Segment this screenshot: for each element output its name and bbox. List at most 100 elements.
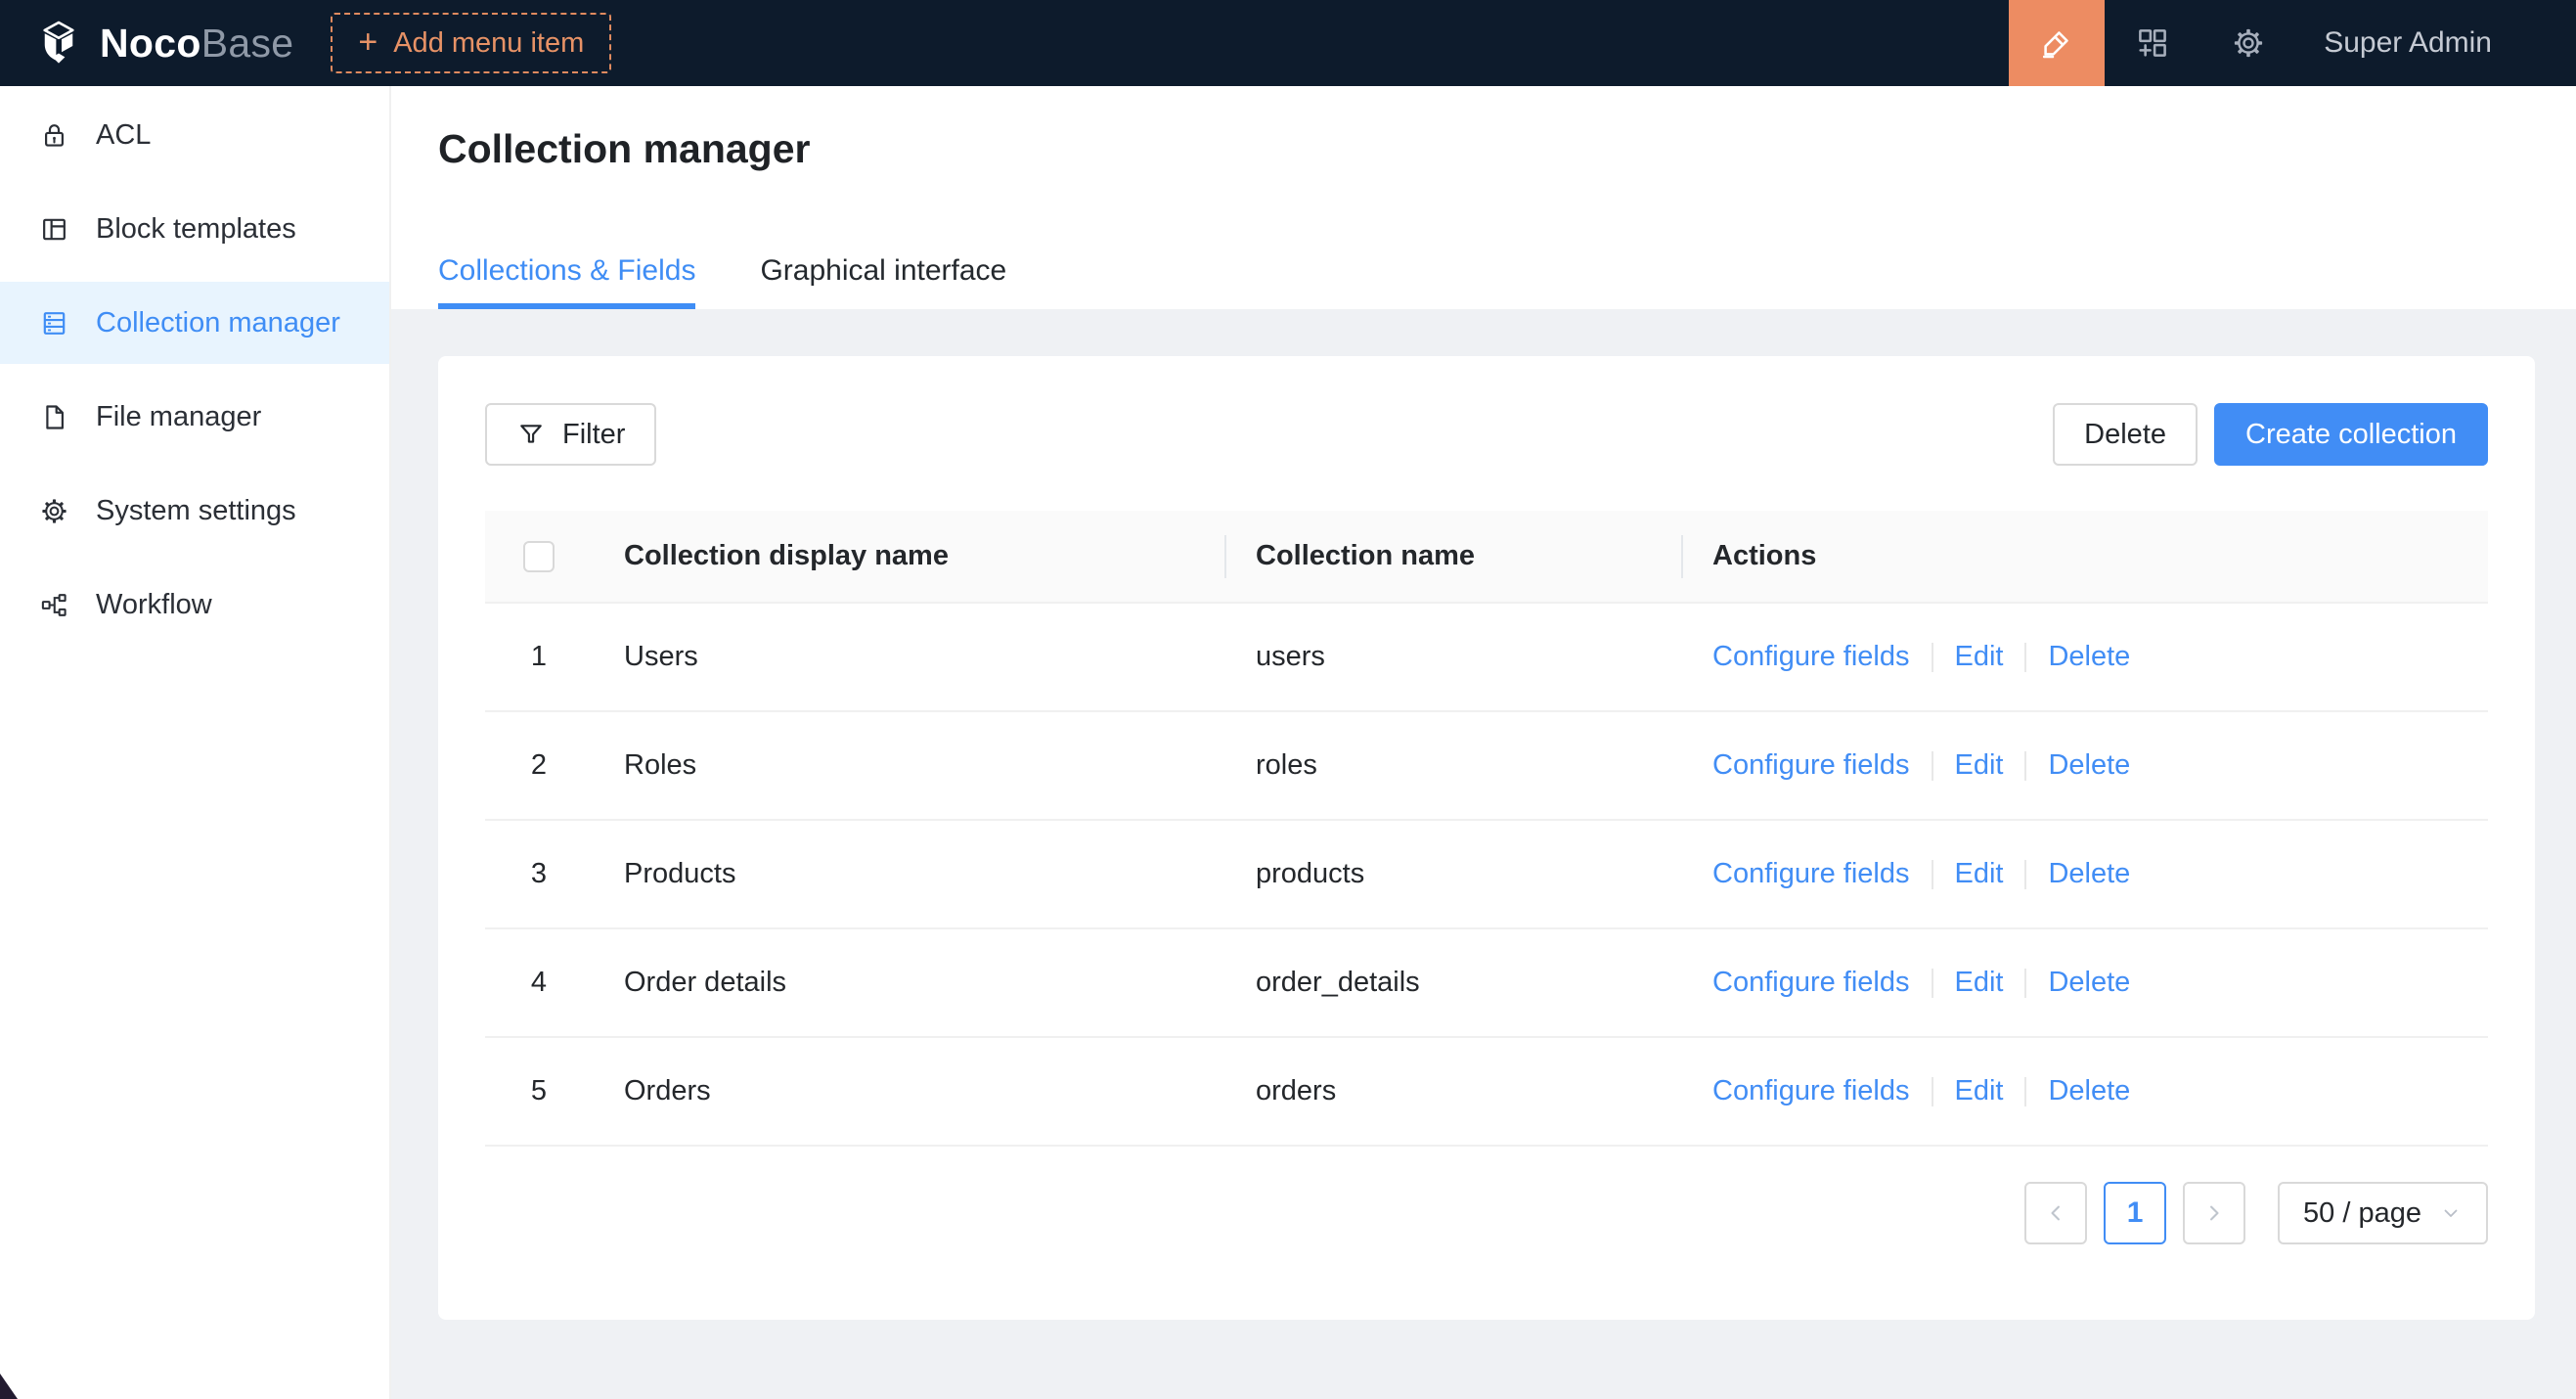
configure-fields-link[interactable]: Configure fields	[1712, 749, 1910, 781]
delete-link[interactable]: Delete	[2048, 641, 2130, 672]
table-row: 2 Roles roles Configure fields Edit Delete	[485, 711, 2488, 820]
nocobase-logo: NocoBase	[35, 20, 293, 67]
row-index: 2	[485, 711, 593, 820]
layout-icon	[39, 214, 69, 245]
delete-link[interactable]: Delete	[2048, 1075, 2130, 1106]
toolbar-right-group: Delete Create collection	[2053, 403, 2488, 466]
edit-link[interactable]: Edit	[1955, 858, 2004, 889]
sidebar-item-label: Collection manager	[96, 307, 340, 339]
cell-collection-name: order_details	[1224, 928, 1681, 1037]
tab-graphical-interface[interactable]: Graphical interface	[760, 254, 1006, 309]
gear-icon	[39, 496, 69, 526]
column-header-actions: Actions	[1681, 511, 2488, 603]
cell-actions: Configure fields Edit Delete	[1681, 711, 2488, 820]
filter-button-label: Filter	[562, 419, 625, 451]
action-divider	[2024, 1077, 2026, 1106]
configure-fields-link[interactable]: Configure fields	[1712, 1075, 1910, 1106]
row-index: 3	[485, 820, 593, 928]
delete-link[interactable]: Delete	[2048, 749, 2130, 781]
action-divider	[1932, 751, 1933, 781]
page-body: Filter Delete Create collection Coll	[391, 309, 2576, 1399]
select-all-checkbox[interactable]	[523, 541, 555, 572]
action-divider	[2024, 751, 2026, 781]
configure-fields-link[interactable]: Configure fields	[1712, 641, 1910, 672]
appstore-add-icon	[2135, 25, 2170, 61]
add-menu-item-label: Add menu item	[393, 27, 584, 60]
cell-actions: Configure fields Edit Delete	[1681, 820, 2488, 928]
column-header-display-name: Collection display name	[593, 511, 1224, 603]
cell-display-name: Orders	[593, 1037, 1224, 1146]
delete-button[interactable]: Delete	[2053, 403, 2198, 466]
plugin-manager-button[interactable]	[2105, 0, 2200, 86]
sidebar-item-label: Block templates	[96, 213, 296, 246]
action-divider	[2024, 643, 2026, 672]
highlighter-icon	[2039, 25, 2074, 61]
logo-text-light: Base	[201, 21, 294, 66]
sidebar-item-label: ACL	[96, 119, 151, 152]
plus-icon: +	[358, 25, 378, 59]
table-row: 1 Users users Configure fieldsEditDelete	[485, 603, 2488, 711]
sidebar-item-block-templates[interactable]: Block templates	[0, 188, 389, 270]
cell-display-name: Users	[593, 603, 1224, 711]
edit-link[interactable]: Edit	[1955, 749, 2004, 781]
sidebar-item-label: System settings	[96, 495, 296, 527]
filter-button[interactable]: Filter	[485, 403, 656, 466]
logo-text-bold: Noco	[100, 21, 201, 66]
top-navbar: NocoBase + Add menu item Super Admin	[0, 0, 2576, 86]
cell-actions: Configure fields Edit Delete	[1681, 1037, 2488, 1146]
pagination-prev-button[interactable]	[2024, 1182, 2087, 1244]
edit-link[interactable]: Edit	[1955, 967, 2004, 998]
row-index: 1	[485, 603, 593, 711]
configure-fields-link[interactable]: Configure fields	[1712, 967, 1910, 998]
sidebar-item-workflow[interactable]: Workflow	[0, 564, 389, 646]
edit-link[interactable]: Edit	[1955, 1075, 2004, 1106]
cell-actions: Configure fields Edit Delete	[1681, 603, 2488, 711]
table-toolbar: Filter Delete Create collection	[485, 403, 2488, 466]
delete-link[interactable]: Delete	[2048, 858, 2130, 889]
cell-actions: Configure fields Edit Delete	[1681, 928, 2488, 1037]
navbar-right-group: Super Admin	[2009, 0, 2576, 86]
cell-display-name: Order details	[593, 928, 1224, 1037]
cell-display-name: Roles	[593, 711, 1224, 820]
sidebar-item-system-settings[interactable]: System settings	[0, 470, 389, 552]
partition-icon	[39, 590, 69, 620]
sidebar: ACL Block templates Collection manager F…	[0, 86, 391, 1399]
add-menu-item-button[interactable]: + Add menu item	[331, 13, 611, 73]
ui-editor-toggle-button[interactable]	[2009, 0, 2105, 86]
tab-bar: Collections & Fields Graphical interface	[438, 254, 2529, 309]
tab-collections-fields[interactable]: Collections & Fields	[438, 254, 695, 309]
collections-table: Collection display name Collection name …	[485, 511, 2488, 1147]
pagination-page-1-button[interactable]: 1	[2104, 1182, 2166, 1244]
settings-center-button[interactable]	[2200, 0, 2296, 86]
configure-fields-link[interactable]: Configure fields	[1712, 858, 1910, 889]
file-icon	[39, 402, 69, 432]
pagination-next-button[interactable]	[2183, 1182, 2245, 1244]
delete-link[interactable]: Delete	[2048, 967, 2130, 998]
app-root: NocoBase + Add menu item Super Admin ACL	[0, 0, 2576, 1399]
page-title: Collection manager	[438, 123, 2529, 174]
cell-collection-name: roles	[1224, 711, 1681, 820]
table-row: 5 Orders orders Configure fieldsEditDele…	[485, 1037, 2488, 1146]
table-header: Collection display name Collection name …	[485, 511, 2488, 603]
sidebar-item-collection-manager[interactable]: Collection manager	[0, 282, 389, 364]
sidebar-item-file-manager[interactable]: File manager	[0, 376, 389, 458]
main-layout: ACL Block templates Collection manager F…	[0, 86, 2576, 1399]
page-size-select[interactable]: 50 / page	[2278, 1182, 2488, 1244]
edit-link[interactable]: Edit	[1955, 641, 2004, 672]
lock-icon	[39, 120, 69, 151]
action-divider	[2024, 969, 2026, 998]
chevron-right-icon	[2200, 1199, 2228, 1227]
user-menu[interactable]: Super Admin	[2324, 26, 2492, 60]
action-divider	[1932, 643, 1933, 672]
table-row: 3 Products products Configure fields Edit…	[485, 820, 2488, 928]
pagination: 1 50 / page	[485, 1182, 2488, 1244]
sidebar-item-acl[interactable]: ACL	[0, 94, 389, 176]
cell-collection-name: products	[1224, 820, 1681, 928]
content-area: Collection manager Collections & Fields …	[391, 86, 2576, 1399]
column-header-name: Collection name	[1224, 511, 1681, 603]
create-collection-button[interactable]: Create collection	[2214, 403, 2488, 466]
collections-card: Filter Delete Create collection Coll	[438, 356, 2535, 1320]
cell-display-name: Products	[593, 820, 1224, 928]
funnel-icon	[516, 420, 546, 449]
row-index: 5	[485, 1037, 593, 1146]
